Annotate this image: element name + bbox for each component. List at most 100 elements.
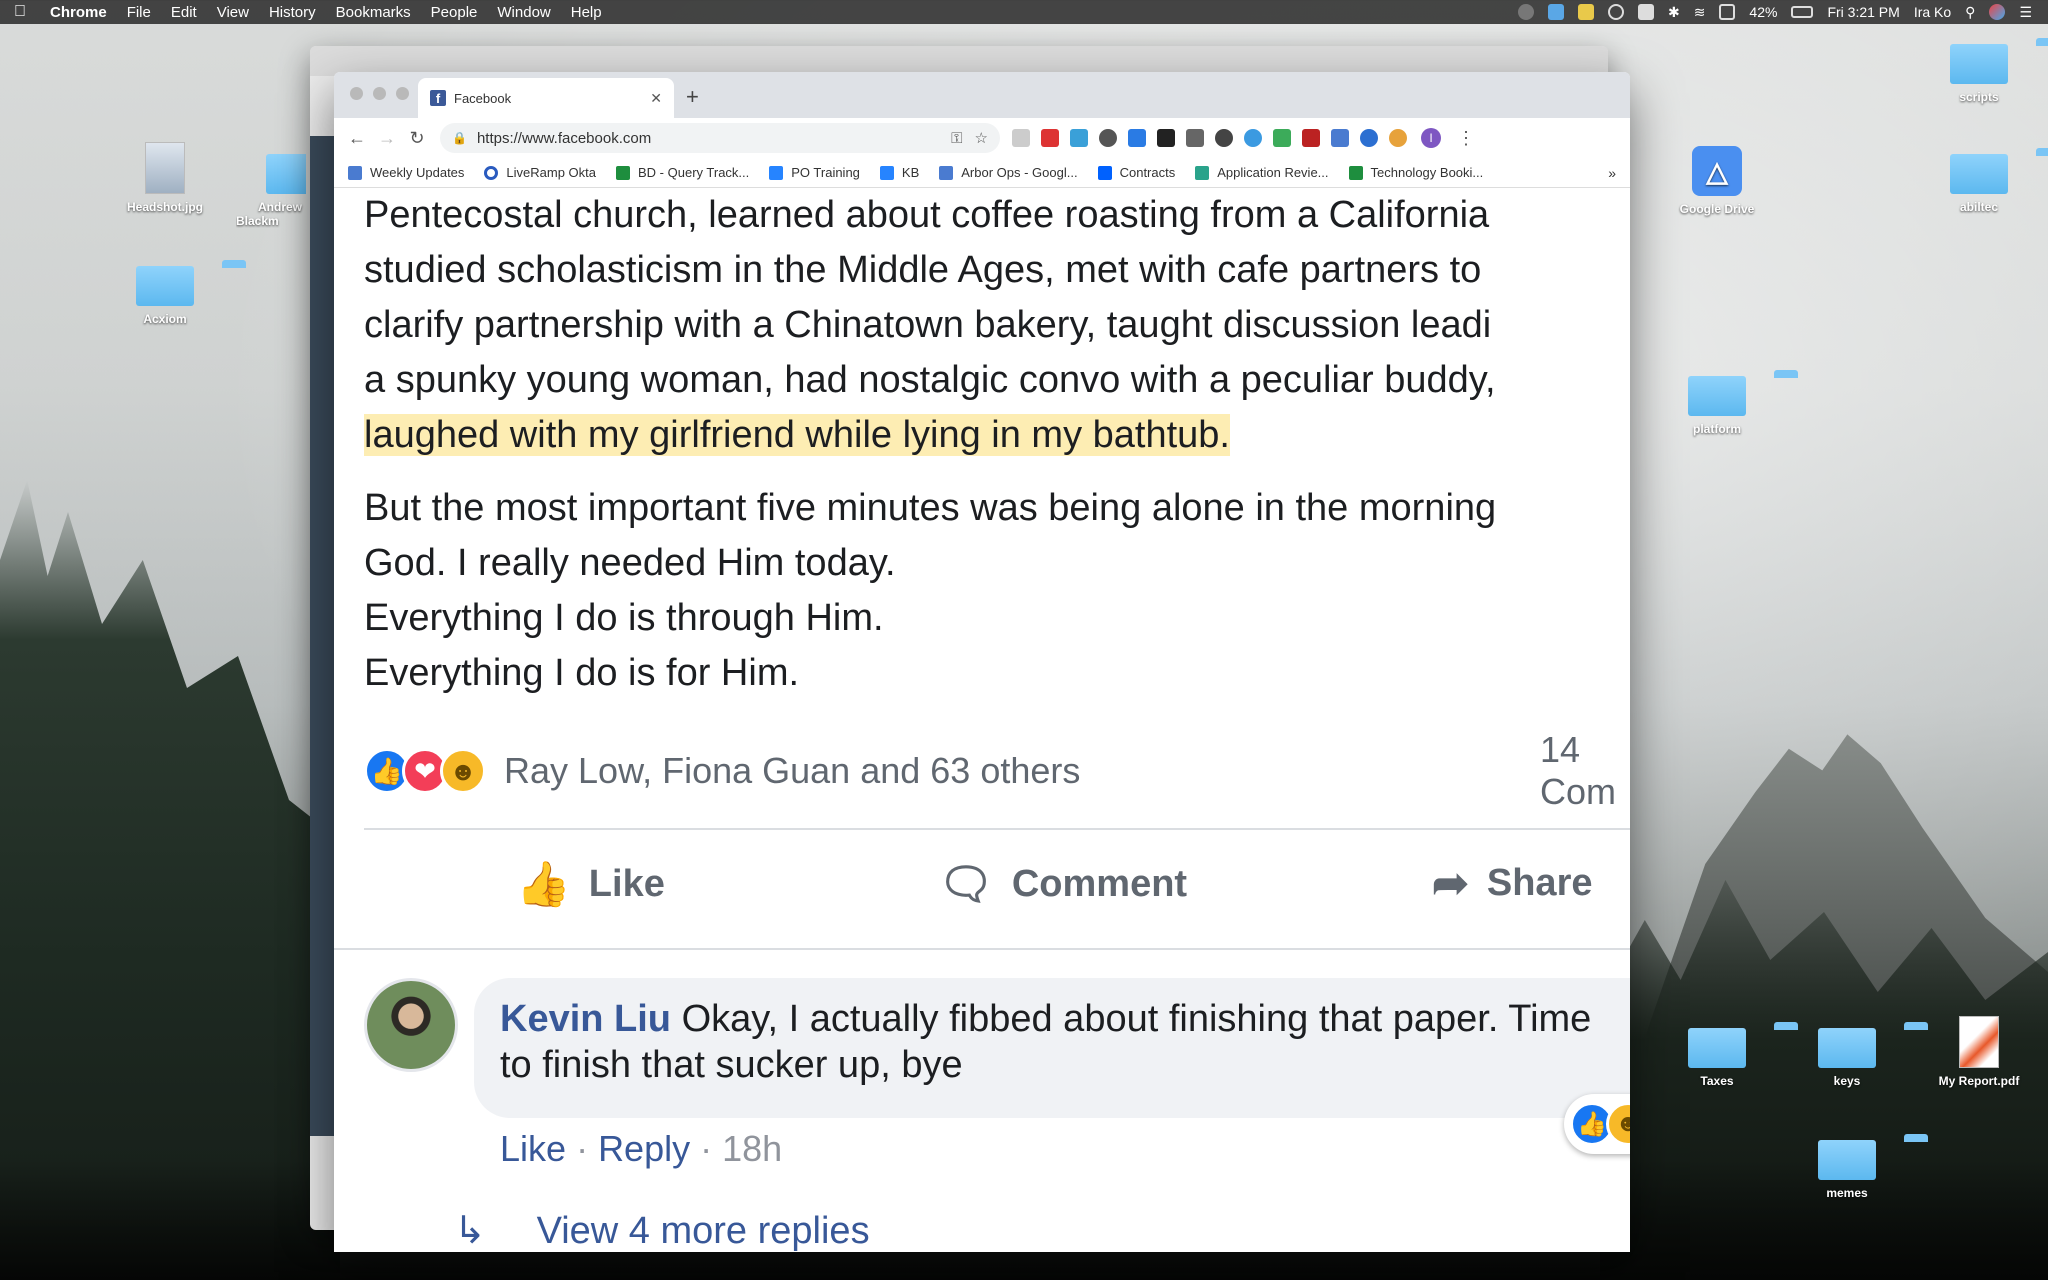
menu-app-chrome[interactable]: Chrome — [40, 4, 117, 21]
menu-people[interactable]: People — [421, 4, 488, 21]
like-button[interactable]: 👍 Like — [516, 858, 665, 910]
bookmarks-overflow-button[interactable]: » — [1608, 165, 1616, 181]
sync-icon[interactable] — [1607, 4, 1624, 20]
notification-center-icon[interactable]: ☰ — [2019, 4, 2032, 21]
bookmark-technology-booking[interactable]: Technology Booki... — [1348, 165, 1483, 180]
desktop-google-drive[interactable]: △ Google Drive — [1652, 146, 1782, 216]
menu-window[interactable]: Window — [487, 4, 560, 21]
bookmark-application-review[interactable]: Application Revie... — [1195, 165, 1329, 180]
menubar-user[interactable]: Ira Ko — [1914, 4, 1951, 20]
menu-file[interactable]: File — [117, 4, 161, 21]
comment-timestamp[interactable]: 18h — [722, 1128, 782, 1169]
desktop-icon-label: Taxes — [1700, 1074, 1734, 1088]
key-icon[interactable]: ⚿ — [951, 130, 962, 147]
extension-shield-icon[interactable] — [1186, 129, 1204, 147]
bookmark-po-training[interactable]: PO Training — [769, 165, 860, 180]
share-button[interactable]: ➦ Share — [1432, 858, 1593, 909]
bookmark-arbor-ops[interactable]: Arbor Ops - Googl... — [939, 165, 1078, 180]
spotlight-search-icon[interactable]: ⚲ — [1965, 4, 1975, 21]
avatar[interactable] — [364, 978, 458, 1072]
menu-history[interactable]: History — [259, 4, 326, 21]
bookmark-bd-query[interactable]: BD - Query Track... — [616, 165, 749, 180]
comments-count[interactable]: 14 Com — [1540, 729, 1630, 813]
comment-reactions[interactable]: 👍 ☻ — [1564, 1094, 1630, 1154]
comment-bubble-icon: 🗨 — [938, 860, 994, 909]
comment-button[interactable]: 🗨 Comment — [938, 858, 1187, 910]
creative-cloud-icon[interactable] — [1517, 4, 1534, 20]
battery-icon[interactable] — [1791, 6, 1814, 18]
comment-author[interactable]: Kevin Liu — [500, 998, 671, 1040]
apple-menu-icon[interactable]:  — [0, 3, 40, 21]
zoom-icon[interactable] — [1547, 4, 1564, 20]
minimize-window-button[interactable] — [373, 87, 386, 100]
desktop-folder-acxiom[interactable]: Acxiom — [100, 260, 246, 326]
maximize-window-button[interactable] — [396, 87, 409, 100]
folder-icon — [1818, 1022, 1928, 1068]
extension-gear-icon[interactable] — [1099, 129, 1117, 147]
view-more-replies[interactable]: ↳ View 4 more replies — [364, 1208, 870, 1252]
haha-reaction-icon[interactable]: ☻ — [440, 748, 486, 794]
bookmark-label: BD - Query Track... — [638, 165, 750, 180]
desktop-folder-taxes[interactable]: Taxes — [1652, 1022, 1798, 1088]
bookmark-contracts[interactable]: Contracts — [1097, 165, 1175, 180]
extension-rainbow-icon[interactable] — [1331, 129, 1349, 147]
close-tab-icon[interactable]: ✕ — [650, 90, 662, 107]
desktop-file-headshot[interactable]: Headshot.jpg — [100, 142, 230, 214]
menu-edit[interactable]: Edit — [161, 4, 207, 21]
comment-reply-link[interactable]: Reply — [598, 1128, 690, 1169]
url-text[interactable]: https://www.facebook.com — [477, 130, 939, 147]
bluetooth-icon[interactable]: ✱ — [1668, 4, 1680, 21]
extension-hp-icon[interactable] — [1360, 129, 1378, 147]
extension-reader-icon[interactable] — [1012, 129, 1030, 147]
forward-arrow-icon[interactable]: → — [372, 128, 402, 149]
desktop-folder-andrew[interactable]: Andrew Blackm — [236, 148, 306, 228]
new-tab-button[interactable]: + — [686, 84, 699, 110]
airplay-icon[interactable] — [1719, 4, 1736, 20]
bookmark-liveramp-okta[interactable]: LiveRamp Okta — [484, 165, 596, 180]
extension-badge-icon[interactable] — [1302, 129, 1320, 147]
bookmark-kb[interactable]: KB — [879, 165, 919, 180]
reaction-summary[interactable]: 👍 ❤ ☻ Ray Low, Fiona Guan and 63 others … — [364, 729, 1630, 812]
bookmark-label: PO Training — [791, 165, 860, 180]
drive-sync-icon[interactable] — [1637, 4, 1654, 20]
menu-view[interactable]: View — [207, 4, 259, 21]
extension-cookie-icon[interactable] — [1389, 129, 1407, 147]
reload-icon[interactable]: ↻ — [402, 128, 432, 149]
chrome-window[interactable]: f Facebook ✕ + ← → ↻ 🔒 https://www.faceb… — [334, 72, 1630, 1252]
back-arrow-icon[interactable]: ← — [342, 128, 372, 149]
desktop-folder-memes[interactable]: memes — [1782, 1134, 1928, 1200]
reply-arrow-icon: ↳ — [454, 1210, 486, 1252]
more-menu-icon[interactable]: ⋮ — [1457, 128, 1475, 149]
siri-icon[interactable] — [1989, 4, 2006, 20]
reaction-names[interactable]: Ray Low, Fiona Guan and 63 others — [504, 750, 1080, 792]
tab-facebook[interactable]: f Facebook ✕ — [418, 78, 674, 118]
desktop-file-my-report[interactable]: My Report.pdf — [1914, 1016, 2044, 1088]
battery-percent[interactable]: 42% — [1749, 4, 1777, 20]
wifi-icon[interactable]: ≋ — [1694, 4, 1706, 21]
bookmark-weekly-updates[interactable]: Weekly Updates — [348, 165, 464, 180]
extension-calendar-icon[interactable] — [1070, 129, 1088, 147]
menu-bookmarks[interactable]: Bookmarks — [326, 4, 421, 21]
extension-target-icon[interactable] — [1215, 129, 1233, 147]
comment-text: to finish that sucker up, bye — [500, 1044, 963, 1086]
profile-avatar[interactable]: I — [1421, 128, 1441, 148]
desktop-folder-platform[interactable]: platform — [1652, 370, 1798, 436]
menu-help[interactable]: Help — [561, 4, 612, 21]
extension-k-icon[interactable] — [1157, 129, 1175, 147]
desktop-folder-abiltec[interactable]: abiltec — [1914, 148, 2048, 214]
keep-icon[interactable] — [1577, 4, 1594, 20]
bookmark-star-icon[interactable]: ☆ — [975, 129, 988, 147]
extension-boomerang-icon[interactable] — [1128, 129, 1146, 147]
menubar-clock[interactable]: Fri 3:21 PM — [1827, 4, 1899, 20]
extension-chart-icon[interactable] — [1273, 129, 1291, 147]
comment-like-link[interactable]: Like — [500, 1128, 566, 1169]
desktop-folder-keys[interactable]: keys — [1782, 1022, 1928, 1088]
bookmark-label: Arbor Ops - Googl... — [961, 165, 1078, 180]
close-window-button[interactable] — [350, 87, 363, 100]
extension-todoist-icon[interactable] — [1041, 129, 1059, 147]
address-bar[interactable]: 🔒 https://www.facebook.com ⚿ ☆ — [440, 123, 1000, 153]
extension-check-icon[interactable] — [1244, 129, 1262, 147]
lock-icon[interactable]: 🔒 — [452, 131, 467, 145]
desktop-folder-scripts[interactable]: scripts — [1914, 38, 2048, 104]
pdf-file-icon — [1959, 1016, 1999, 1068]
